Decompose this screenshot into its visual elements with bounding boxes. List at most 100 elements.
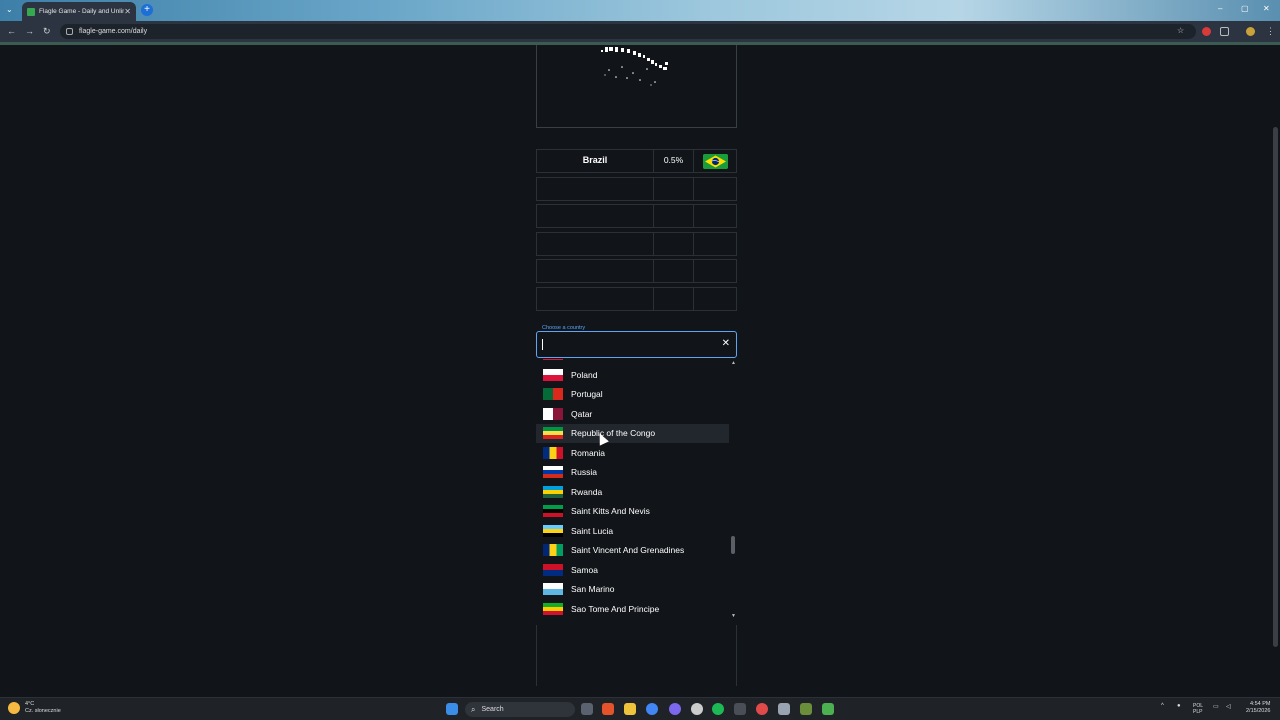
tab-search-chevron-icon[interactable]: ⌄ — [6, 5, 13, 14]
flag-icon — [543, 583, 563, 595]
country-option[interactable]: Rwanda — [536, 482, 729, 501]
country-combobox[interactable]: ✕ — [536, 331, 737, 358]
weather-widget[interactable]: 4°C Cz. słonecznie — [8, 701, 61, 715]
tab-close-icon[interactable]: ✕ — [124, 7, 131, 16]
bookmark-star-icon[interactable]: ☆ — [1177, 26, 1184, 35]
url-text: flagle-game.com/daily — [79, 28, 148, 35]
country-dropdown-list: Poland Portugal Qatar Republic of the Congo… — [536, 359, 737, 622]
country-option-label: Saint Lucia — [571, 525, 614, 536]
flag-icon — [543, 544, 563, 556]
system-clock[interactable]: 4:54 PM 2/15/2026 — [1246, 701, 1270, 715]
back-arrow-icon[interactable]: ← — [7, 26, 16, 36]
extension-icon[interactable] — [1202, 27, 1211, 36]
partially-hidden-option[interactable] — [536, 359, 729, 361]
country-option-label: Republic of the Congo — [571, 428, 656, 438]
display-icon[interactable]: ▭ — [1213, 703, 1219, 710]
country-option[interactable]: Qatar — [536, 404, 729, 423]
microphone-icon[interactable]: ● — [1177, 703, 1181, 709]
site-info-icon[interactable] — [66, 28, 73, 35]
country-option[interactable]: Samoa — [536, 560, 729, 579]
country-option[interactable]: Saint Lucia — [536, 521, 729, 540]
task-view-icon[interactable] — [581, 703, 593, 715]
country-option-label: Romania — [571, 447, 606, 458]
language-indicator[interactable]: POL PLP — [1193, 703, 1203, 715]
country-option-label: Portugal — [571, 389, 603, 399]
country-option[interactable]: San Marino — [536, 580, 729, 599]
country-option[interactable]: Saint Vincent And Grenadines — [536, 541, 729, 560]
menu-dots-icon[interactable]: ⋮ — [1266, 26, 1275, 37]
minimize-icon[interactable]: – — [1218, 4, 1222, 13]
country-option-label: Saint Vincent And Grenadines — [571, 545, 685, 555]
window-close-icon[interactable]: ✕ — [1263, 4, 1270, 13]
flag-icon — [543, 427, 563, 439]
terminal-icon[interactable] — [734, 703, 746, 715]
start-windows-icon[interactable] — [446, 703, 458, 715]
country-search-input[interactable] — [545, 335, 715, 353]
browser-tab[interactable]: Flagle Game - Daily and Unlimi ✕ — [22, 2, 136, 21]
country-option[interactable]: Portugal — [536, 385, 729, 404]
flag-icon — [543, 446, 563, 459]
maximize-icon[interactable]: ▢ — [1241, 4, 1249, 13]
brazil-flag-icon — [703, 154, 728, 169]
tray-chevron-icon[interactable]: ^ — [1161, 703, 1164, 709]
forward-arrow-icon[interactable]: → — [25, 26, 34, 36]
country-option[interactable]: Republic of the Congo — [536, 423, 729, 443]
url-bar[interactable]: flagle-game.com/daily — [60, 24, 1196, 39]
flag-icon — [543, 563, 563, 576]
file-explorer-icon[interactable] — [624, 703, 636, 715]
settings-gear-icon[interactable] — [778, 703, 790, 715]
app-green-icon[interactable] — [800, 703, 812, 715]
clock-time: 4:54 PM — [1249, 701, 1271, 707]
reload-icon[interactable]: ↻ — [43, 26, 51, 37]
flag-emblem-fragment — [601, 47, 668, 86]
volume-icon[interactable]: ◁ — [1226, 703, 1231, 710]
country-option[interactable]: Poland — [536, 365, 729, 384]
chrome-icon[interactable] — [646, 703, 658, 715]
guess-row: Brazil 0.5% — [536, 149, 737, 173]
country-option-label: Rwanda — [571, 486, 603, 497]
profile-avatar[interactable] — [1246, 27, 1255, 36]
empty-guess-row — [536, 177, 737, 201]
flag-icon — [543, 485, 563, 498]
dropdown-scrollbar-thumb[interactable] — [731, 536, 735, 554]
flag-icon — [543, 505, 563, 517]
dropdown-scroll-up-icon[interactable]: ▲ — [731, 360, 736, 366]
app-red-icon[interactable] — [756, 703, 768, 715]
text-caret — [542, 339, 543, 350]
lang-layout: PLP — [1193, 709, 1203, 715]
guess-country-name: Brazil — [582, 155, 608, 165]
brave-browser-icon[interactable] — [602, 703, 614, 715]
page-scrollbar[interactable] — [1273, 127, 1278, 647]
tab-title: Flagle Game - Daily and Unlimi — [39, 8, 125, 15]
weather-temp: 4°C — [25, 701, 35, 707]
site-favicon-icon — [27, 7, 35, 16]
search-icon: ⌕ — [471, 704, 476, 714]
new-tab-button[interactable]: + — [141, 4, 153, 16]
taskbar-search[interactable]: ⌕ Search — [465, 702, 575, 717]
spotify-icon[interactable] — [712, 703, 724, 715]
address-toolbar: ← → ↻ flagle-game.com/daily ☆ ⋮ — [0, 21, 1280, 42]
weather-desc: Cz. słonecznie — [25, 708, 61, 714]
flag-icon — [543, 524, 563, 537]
empty-guess-row — [536, 287, 737, 311]
messenger-icon[interactable] — [669, 703, 681, 715]
country-option[interactable]: Romania — [536, 443, 729, 462]
app-cube-icon[interactable] — [822, 703, 834, 715]
flag-icon — [543, 602, 563, 615]
clear-input-icon[interactable]: ✕ — [722, 338, 730, 350]
extensions-puzzle-icon[interactable] — [1220, 27, 1229, 36]
country-option-label: Saint Kitts And Nevis — [571, 506, 650, 516]
country-option-label: San Marino — [571, 584, 615, 594]
app-icon[interactable] — [691, 703, 703, 715]
dropdown-scroll-down-icon[interactable]: ▼ — [731, 613, 736, 619]
country-option[interactable]: Saint Kitts And Nevis — [536, 502, 729, 521]
flag-icon — [543, 368, 563, 381]
flag-icon — [543, 466, 563, 478]
flag-icon — [543, 359, 563, 360]
windows-taskbar: 4°C Cz. słonecznie ⌕ Search ^ ● POL PLP … — [0, 697, 1280, 720]
country-option[interactable]: Russia — [536, 463, 729, 482]
guess-percentage: 0.5% — [663, 155, 684, 165]
country-option-label: Sao Tome And Principe — [571, 603, 660, 614]
input-label: Choose a country — [540, 325, 588, 331]
country-option[interactable]: Sao Tome And Principe — [536, 599, 729, 618]
